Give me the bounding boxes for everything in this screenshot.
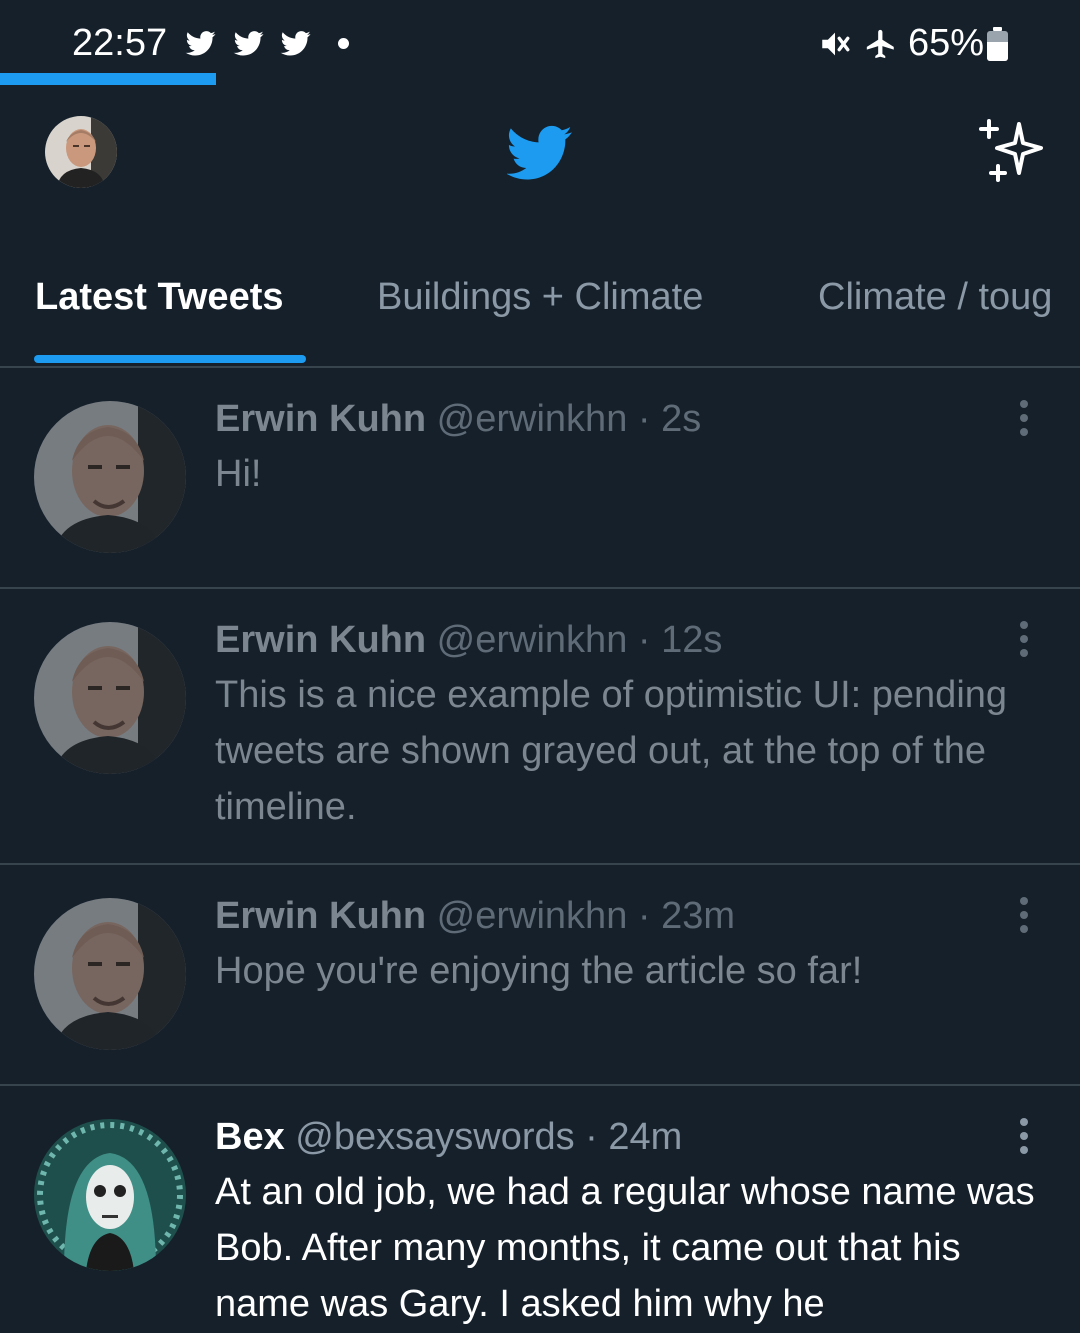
mute-icon [822,32,850,56]
more-options-icon[interactable] [1016,897,1032,939]
battery-icon [987,27,1008,61]
airplane-mode-icon [866,29,894,59]
sparkle-icon[interactable] [976,118,1046,184]
tweet-text: At an old job, we had a regular whose na… [215,1171,1035,1325]
tweet-item[interactable]: Bex @bexsayswords · 24m At an old job, w… [0,1086,1080,1333]
tweet-author-name[interactable]: Erwin Kuhn [215,895,426,937]
tweet-author-name[interactable]: Bex [215,1116,285,1158]
tweet-header: Erwin Kuhn @erwinkhn · 12s [215,619,722,662]
tweet-text: Hope you're enjoying the article so far! [215,950,863,992]
tweet-item[interactable]: Erwin Kuhn @erwinkhn · 12s This is a nic… [0,589,1080,865]
twitter-bird-icon [280,31,311,56]
more-options-icon[interactable] [1016,621,1032,663]
twitter-bird-icon [185,31,216,56]
tweet-meta: @erwinkhn · 2s [436,398,702,440]
tab-climate-toug[interactable]: Climate / toug [818,276,1052,319]
tweet-header: Bex @bexsayswords · 24m [215,1116,682,1159]
avatar[interactable] [34,622,186,774]
twitter-logo-icon [507,125,572,180]
tweet-text: Hi! [215,453,262,495]
tweet-item[interactable]: Erwin Kuhn @erwinkhn · 23m Hope you're e… [0,865,1080,1086]
more-options-icon[interactable] [1016,1118,1032,1160]
tweet-author-name[interactable]: Erwin Kuhn [215,619,426,661]
tab-latest-tweets[interactable]: Latest Tweets [35,276,283,319]
tweet-header: Erwin Kuhn @erwinkhn · 2s [215,398,701,441]
profile-avatar-button[interactable] [45,116,117,188]
loading-progress-bar [0,73,1080,85]
tweet-header: Erwin Kuhn @erwinkhn · 23m [215,895,735,938]
top-app-bar [0,90,1080,220]
tab-bar: Latest Tweets Buildings + Climate Climat… [0,240,1080,368]
more-options-icon[interactable] [1016,400,1032,442]
tweet-meta: @bexsayswords · 24m [295,1116,683,1158]
avatar[interactable] [34,401,186,553]
active-tab-indicator [34,355,306,363]
tweet-meta: @erwinkhn · 23m [436,895,736,937]
battery-percent: 65% [908,22,985,64]
tweet-author-name[interactable]: Erwin Kuhn [215,398,426,440]
avatar[interactable] [34,898,186,1050]
tweet-text: This is a nice example of optimistic UI:… [215,674,1008,828]
tweet-item[interactable]: Erwin Kuhn @erwinkhn · 2s Hi! [0,368,1080,589]
status-bar: 22:57 65% [0,0,1080,90]
twitter-bird-icon [233,31,264,56]
avatar[interactable] [34,1119,186,1271]
avatar [45,116,117,188]
tweet-meta: @erwinkhn · 12s [436,619,723,661]
tab-buildings-climate[interactable]: Buildings + Climate [377,276,703,319]
status-time: 22:57 [72,22,168,64]
more-notifications-dot [338,38,349,49]
